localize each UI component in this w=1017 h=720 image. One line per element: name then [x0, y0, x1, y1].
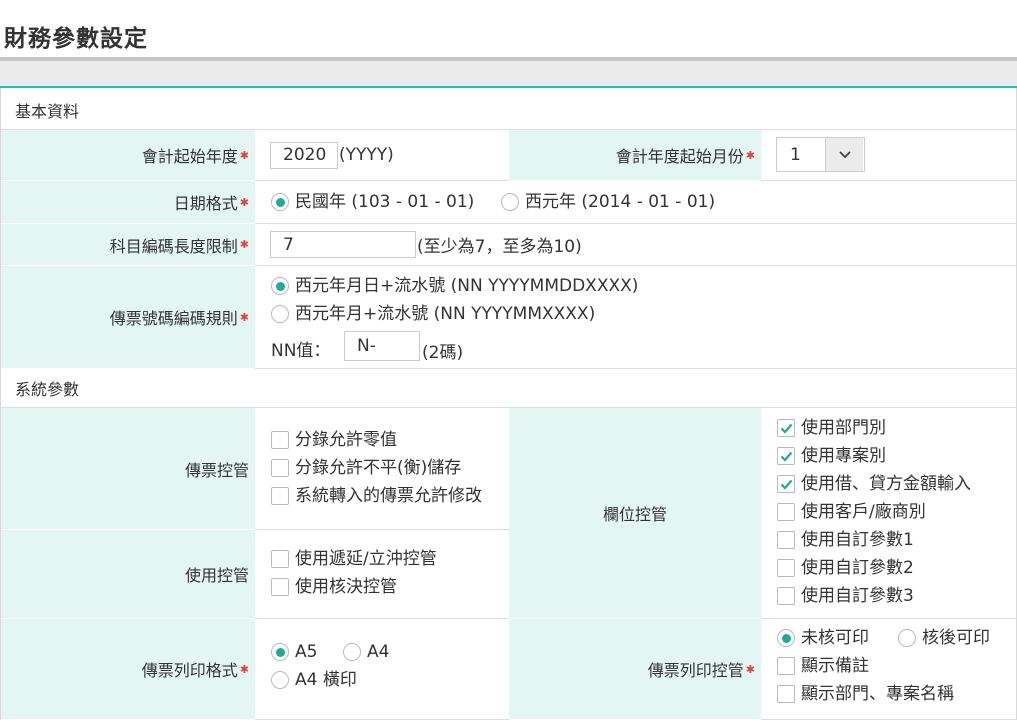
radio-empty-icon[interactable]: [501, 193, 519, 211]
section-basic-title: 基本資料: [15, 101, 80, 121]
section-system-title: 系統參數: [15, 380, 80, 399]
nn-value-hint: (2碼): [422, 343, 464, 363]
nn-value-input[interactable]: N-: [344, 331, 420, 361]
field-control-option[interactable]: 使用客戶/廠商別: [777, 502, 926, 522]
date-format-ad-radio[interactable]: 西元年 (2014 - 01 - 01): [501, 192, 715, 212]
field-control-option[interactable]: 使用自訂參數2: [777, 558, 914, 578]
field-control-option[interactable]: 使用部門別: [777, 418, 886, 438]
checkmark-icon[interactable]: [777, 419, 795, 437]
account-code-length-cell: 7 (至少為7，至多為10): [255, 224, 1016, 266]
required-mark: ✱: [239, 195, 249, 209]
field-control-option[interactable]: 使用自訂參數3: [777, 586, 914, 606]
section-system-header: 系統參數: [1, 369, 1016, 408]
show-dept-project-checkbox[interactable]: 顯示部門、專案名稱: [777, 684, 954, 704]
required-mark: ✱: [239, 238, 249, 251]
print-format-a4-radio[interactable]: A4: [343, 642, 389, 662]
fiscal-start-year-suffix: (YYYY): [339, 145, 394, 165]
print-before-approval-radio[interactable]: 未核可印: [777, 628, 869, 648]
nn-value-label: NN值：: [271, 341, 331, 361]
voucher-print-control-label: 傳票列印控管 ✱: [509, 619, 761, 720]
checkbox-icon[interactable]: [271, 578, 289, 596]
required-mark: ✱: [239, 310, 249, 324]
checkbox-icon[interactable]: [777, 587, 795, 605]
radio-selected-icon[interactable]: [271, 643, 289, 661]
checkbox-icon[interactable]: [271, 550, 289, 568]
field-control-option[interactable]: 使用自訂參數1: [777, 530, 914, 550]
required-mark: ✱: [239, 662, 249, 676]
field-control-label: 欄位控管: [509, 408, 761, 619]
header-strip: [0, 61, 1017, 88]
fiscal-start-year-label: 會計起始年度 ✱: [1, 130, 255, 181]
voucher-allow-unbalanced-checkbox[interactable]: 分錄允許不平(衡)儲存: [271, 458, 461, 478]
checkbox-icon[interactable]: [271, 487, 289, 505]
radio-empty-icon[interactable]: [271, 671, 289, 689]
account-code-length-label: 科目編碼長度限制 ✱: [1, 224, 255, 266]
account-code-length-input[interactable]: 7: [270, 231, 416, 258]
voucher-print-format-label: 傳票列印格式 ✱: [1, 619, 255, 720]
account-code-length-hint: (至少為7，至多為10): [417, 237, 582, 257]
print-format-a4-landscape-radio[interactable]: A4 橫印: [271, 670, 357, 690]
radio-selected-icon[interactable]: [777, 629, 795, 647]
checkmark-icon[interactable]: [777, 447, 795, 465]
print-format-a5-radio[interactable]: A5: [271, 642, 317, 662]
voucher-allow-zero-checkbox[interactable]: 分錄允許零值: [271, 430, 397, 450]
checkbox-icon[interactable]: [777, 559, 795, 577]
date-format-roc-radio[interactable]: 民國年 (103 - 01 - 01): [271, 192, 474, 212]
fiscal-start-month-value: 1: [790, 144, 801, 165]
date-format-label: 日期格式 ✱: [1, 181, 255, 224]
voucher-number-rule-label: 傳票號碼編碼規則 ✱: [1, 266, 255, 369]
radio-selected-icon[interactable]: [271, 277, 289, 295]
checkbox-icon[interactable]: [271, 459, 289, 477]
checkmark-icon[interactable]: [777, 475, 795, 493]
radio-empty-icon[interactable]: [343, 643, 361, 661]
fiscal-start-month-label: 會計年度起始月份 ✱: [509, 130, 761, 181]
required-mark: ✱: [745, 662, 755, 676]
required-mark: ✱: [745, 148, 755, 162]
radio-selected-icon[interactable]: [271, 193, 289, 211]
section-basic-header: 基本資料: [1, 90, 1016, 130]
use-approval-checkbox[interactable]: 使用核決控管: [271, 577, 397, 597]
voucher-control-label: 傳票控管: [1, 408, 255, 530]
chevron-down-icon[interactable]: [825, 138, 863, 171]
page-title: 財務參數設定: [4, 26, 148, 52]
checkbox-icon[interactable]: [777, 503, 795, 521]
radio-empty-icon[interactable]: [271, 305, 289, 323]
required-mark: ✱: [239, 148, 249, 162]
fiscal-start-year-input[interactable]: 2020: [270, 141, 338, 169]
radio-empty-icon[interactable]: [898, 629, 916, 647]
usage-control-cell: [255, 530, 509, 619]
fiscal-start-year-cell: 2020 (YYYY): [255, 130, 509, 181]
use-deferral-checkbox[interactable]: 使用遞延/立沖控管: [271, 549, 437, 569]
field-control-option[interactable]: 使用借、貸方金額輸入: [777, 474, 971, 494]
checkbox-icon[interactable]: [777, 531, 795, 549]
voucher-allow-edit-imported-checkbox[interactable]: 系統轉入的傳票允許修改: [271, 486, 482, 506]
field-control-option[interactable]: 使用專案別: [777, 446, 886, 466]
voucher-rule-ym-radio[interactable]: 西元年月+流水號 (NN YYYYMMXXXX): [271, 304, 595, 324]
show-remarks-checkbox[interactable]: 顯示備註: [777, 656, 869, 676]
fiscal-start-month-select[interactable]: 1: [776, 137, 865, 172]
checkbox-icon[interactable]: [777, 685, 795, 703]
checkbox-icon[interactable]: [271, 431, 289, 449]
voucher-rule-ymd-radio[interactable]: 西元年月日+流水號 (NN YYYYMMDDXXXX): [271, 276, 638, 296]
usage-control-label: 使用控管: [1, 530, 255, 619]
print-after-approval-radio[interactable]: 核後可印: [898, 628, 990, 648]
checkbox-icon[interactable]: [777, 657, 795, 675]
